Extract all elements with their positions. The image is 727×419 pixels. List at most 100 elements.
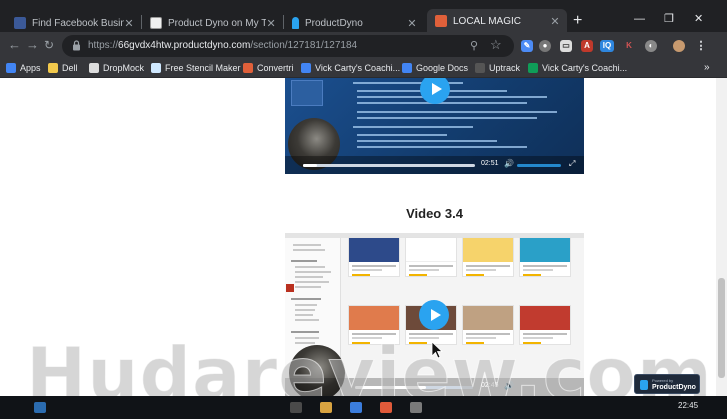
sheets-icon: [528, 63, 538, 73]
bookmark-dropmock[interactable]: DropMock: [89, 63, 144, 73]
url-host: 66gvdx4htw.productdyno.com: [118, 40, 251, 51]
convertri-icon: [243, 63, 253, 73]
productdyno-flame-icon: [292, 17, 299, 29]
video-player-top[interactable]: 02:51 🔊 ⤢: [285, 78, 584, 174]
folder-icon: [48, 63, 58, 73]
close-tab-icon[interactable]: ✕: [406, 17, 418, 30]
screen: Find Facebook Business ✕ Product Dyno on…: [0, 0, 727, 419]
close-tab-icon[interactable]: ✕: [549, 15, 561, 28]
star-bookmark-icon[interactable]: ☆: [490, 37, 502, 53]
productdyno-logo-icon: [640, 380, 648, 390]
taskbar-app-icon[interactable]: [410, 402, 422, 413]
circle-extension-icon[interactable]: ●: [539, 40, 551, 52]
close-tab-icon[interactable]: ✕: [124, 17, 134, 30]
bookmark-label: Free Stencil Maker: [165, 63, 241, 73]
taskbar-app-icon[interactable]: [290, 402, 302, 413]
slide-thumbnail: [291, 80, 323, 106]
taskbar-app-icon[interactable]: [320, 402, 332, 413]
screenshot-extension-icon[interactable]: ▭: [560, 40, 572, 52]
apps-grid-icon: [6, 63, 16, 73]
avatar[interactable]: [673, 40, 685, 52]
minimize-button[interactable]: —: [634, 13, 645, 25]
bookmark-label: Dell: [62, 63, 78, 73]
tab-title: LOCAL MAGIC: [453, 15, 521, 27]
bookmark-uptrack[interactable]: Uptrack: [475, 63, 520, 73]
gig-card: [348, 237, 400, 277]
bookmark-label: Vick Carty's Coachi...: [315, 63, 401, 73]
uptrack-icon: [475, 63, 485, 73]
bookmark-convertri[interactable]: Convertri: [243, 63, 294, 73]
new-tab-button[interactable]: +: [573, 13, 582, 29]
red-marker: [286, 284, 294, 292]
progress-bar-fill: [303, 164, 317, 167]
video-heading: Video 3.4: [406, 206, 463, 221]
maximize-button[interactable]: ❐: [664, 13, 674, 25]
url-text: https://66gvdx4htw.productdyno.com/secti…: [88, 40, 357, 51]
iq-extension-icon[interactable]: IQ: [600, 40, 614, 52]
tab-strip: Find Facebook Business ✕ Product Dyno on…: [0, 0, 727, 33]
bookmarks-overflow-chevron[interactable]: »: [704, 62, 710, 73]
os-taskbar: 22:45: [0, 396, 727, 419]
bookmark-apps[interactable]: Apps: [6, 63, 41, 73]
bookmark-free-stencil-maker[interactable]: Free Stencil Maker: [151, 63, 241, 73]
badge-caption: Powered by: [652, 378, 674, 383]
start-icon[interactable]: [34, 402, 46, 413]
bookmark-vick-carty-1[interactable]: Vick Carty's Coachi...: [301, 63, 400, 73]
taskbar-app-icon[interactable]: [380, 402, 392, 413]
bookmark-label: Apps: [20, 63, 41, 73]
lock-icon: [73, 40, 80, 51]
taskbar-app-icon[interactable]: [350, 402, 362, 413]
productdyno-badge[interactable]: Powered by ProductDyno: [634, 374, 700, 394]
menu-kebab-icon[interactable]: ⋮: [695, 40, 707, 52]
facebook-icon: [14, 17, 26, 29]
tab-title: Find Facebook Business: [32, 17, 124, 29]
video-control-bar: 02:51 🔊 ⤢: [285, 156, 584, 174]
address-bar[interactable]: https://66gvdx4htw.productdyno.com/secti…: [62, 35, 514, 57]
taskbar-clock: 22:45: [678, 401, 699, 410]
google-docs-icon: [402, 63, 412, 73]
document-icon: [301, 63, 311, 73]
progress-bar[interactable]: [303, 164, 475, 167]
bookmark-label: Vick Carty's Coachi...: [542, 63, 628, 73]
play-button[interactable]: [420, 78, 450, 104]
gig-card: [519, 237, 571, 277]
pdf-extension-icon[interactable]: A: [581, 40, 593, 52]
tab-local-magic[interactable]: LOCAL MAGIC ✕: [427, 9, 567, 33]
bookmarks-bar: Apps Dell DropMock Free Stencil Maker Co…: [0, 60, 727, 78]
pen-extension-icon[interactable]: ✎: [521, 40, 533, 52]
bookmark-vick-carty-2[interactable]: Vick Carty's Coachi...: [528, 63, 627, 73]
back-arrow-icon[interactable]: ←: [8, 37, 21, 53]
volume-icon[interactable]: 🔊: [504, 159, 514, 168]
page-scrollbar[interactable]: [716, 78, 727, 396]
bookmark-label: Google Docs: [416, 63, 469, 73]
badge-name: ProductDyno: [652, 384, 696, 391]
volume-slider[interactable]: [517, 164, 561, 167]
url-scheme: https://: [88, 40, 119, 51]
forward-arrow-icon[interactable]: →: [26, 37, 39, 53]
dropmock-icon: [89, 63, 99, 73]
tab-title: ProductDyno: [305, 17, 363, 29]
reload-icon[interactable]: ↻: [44, 37, 54, 53]
local-magic-icon: [435, 15, 447, 27]
bookmark-dell[interactable]: Dell: [48, 63, 78, 73]
bookmark-google-docs[interactable]: Google Docs: [402, 63, 468, 73]
k-extension-icon[interactable]: K: [623, 40, 635, 52]
close-window-button[interactable]: ✕: [694, 13, 703, 25]
productdyno-page-icon: [150, 17, 162, 29]
time-display: 02:51: [481, 160, 499, 167]
url-path: /section/127181/127184: [250, 40, 358, 51]
fullscreen-icon[interactable]: ⤢: [569, 159, 575, 169]
bookmark-label: DropMock: [103, 63, 145, 73]
bookmark-label: Convertri: [257, 63, 294, 73]
play-button[interactable]: [419, 300, 449, 330]
gig-card: [462, 237, 514, 277]
tab-title: Product Dyno on My Tools |: [168, 17, 267, 29]
bookmark-label: Uptrack: [489, 63, 521, 73]
record-extension-icon[interactable]: ◐: [645, 40, 657, 52]
browser-toolbar: ← → ↻ https://66gvdx4htw.productdyno.com…: [0, 32, 727, 60]
search-icon[interactable]: ⚲: [470, 39, 478, 52]
gig-card: [405, 237, 457, 277]
close-tab-icon[interactable]: ✕: [266, 17, 276, 30]
scrollbar-thumb[interactable]: [718, 278, 725, 378]
stencil-icon: [151, 63, 161, 73]
